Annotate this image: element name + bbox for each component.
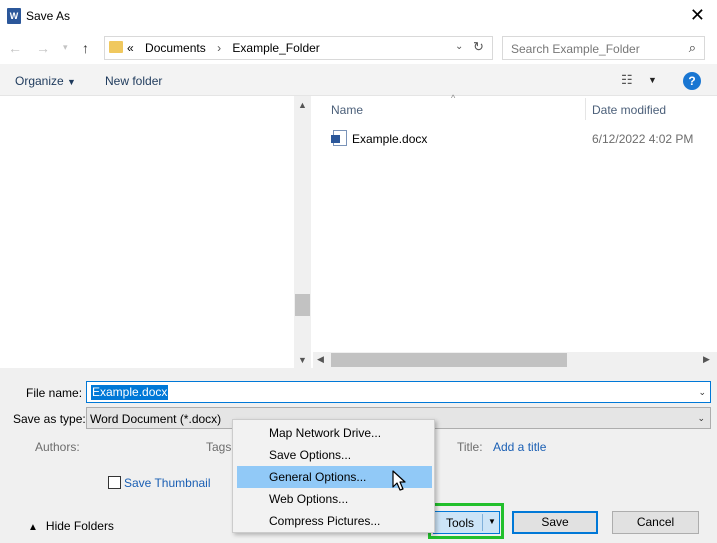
navigation-pane[interactable]: [0, 96, 294, 368]
organize-label: Organize: [15, 74, 64, 88]
column-divider[interactable]: [585, 98, 586, 120]
close-icon[interactable]: ✕: [690, 5, 705, 25]
breadcrumb-documents[interactable]: Documents: [145, 41, 206, 55]
file-name-dropdown-chevron-icon[interactable]: ⌄: [698, 387, 706, 398]
save-as-type-chevron-icon[interactable]: ⌄: [697, 413, 705, 424]
chevron-up-icon: ▲: [28, 522, 38, 533]
save-thumbnail-checkbox[interactable]: [108, 476, 121, 489]
view-dropdown-chevron-icon[interactable]: ▼: [648, 75, 657, 85]
hide-folders-label: Hide Folders: [45, 519, 114, 533]
file-name-field[interactable]: Example.docx ⌄: [86, 381, 711, 403]
file-list[interactable]: ^ Name Date modified Example.docx 6/12/2…: [313, 93, 717, 349]
save-button[interactable]: Save: [512, 511, 598, 534]
cancel-button[interactable]: Cancel: [612, 511, 699, 534]
tools-button[interactable]: Tools ▼: [433, 511, 500, 534]
file-list-horizontal-scrollbar[interactable]: ◀ ▶: [313, 352, 717, 368]
mouse-pointer-icon: [392, 470, 406, 491]
search-input[interactable]: Search Example_Folder ⌕: [502, 36, 705, 60]
hide-folders-button[interactable]: ▲ Hide Folders: [28, 519, 114, 533]
save-as-type-value: Word Document (*.docx): [90, 412, 222, 426]
scrollbar-thumb[interactable]: [295, 294, 310, 316]
word-icon: W: [7, 8, 21, 24]
scrollbar-thumb[interactable]: [331, 353, 567, 367]
folder-icon: [109, 41, 123, 53]
sort-ascending-icon: ^: [451, 93, 456, 103]
tools-dropdown-icon[interactable]: ▼: [488, 517, 496, 526]
menu-item-save-options[interactable]: Save Options...: [237, 444, 432, 466]
menu-item-compress-pictures[interactable]: Compress Pictures...: [237, 510, 432, 532]
organize-button[interactable]: Organize ▼: [15, 74, 76, 88]
file-date-modified: 6/12/2022 4:02 PM: [592, 132, 694, 146]
breadcrumb-example-folder[interactable]: Example_Folder: [232, 41, 319, 55]
scroll-left-arrow-icon[interactable]: ◀: [317, 354, 324, 365]
add-title-link[interactable]: Add a title: [493, 440, 546, 454]
column-header-date-modified[interactable]: Date modified: [592, 103, 666, 117]
refresh-icon[interactable]: ↻: [473, 39, 484, 55]
word-document-icon: [331, 130, 347, 146]
forward-arrow-icon[interactable]: →: [36, 40, 50, 56]
view-options-icon[interactable]: ☷: [621, 72, 633, 88]
address-bar[interactable]: « Documents › Example_Folder ⌄ ↻: [104, 36, 493, 60]
recent-locations-chevron-icon[interactable]: ▾: [63, 42, 68, 53]
up-arrow-icon[interactable]: ↑: [82, 40, 89, 56]
save-as-type-label: Save as type:: [13, 412, 86, 426]
scroll-right-arrow-icon[interactable]: ▶: [703, 354, 710, 365]
authors-label: Authors:: [35, 440, 80, 454]
title-label: Title:: [457, 440, 483, 454]
breadcrumb-overflow[interactable]: «: [127, 41, 134, 55]
save-thumbnail-label[interactable]: Save Thumbnail: [124, 476, 211, 490]
navigation-pane-scrollbar[interactable]: ▲ ▼: [294, 96, 311, 368]
file-row[interactable]: Example.docx 6/12/2022 4:02 PM: [313, 128, 717, 150]
file-name: Example.docx: [352, 132, 428, 146]
window-title: Save As: [26, 9, 71, 23]
column-header-name[interactable]: Name: [331, 103, 363, 117]
tools-label: Tools: [446, 516, 475, 530]
chevron-down-icon: ▼: [67, 77, 76, 87]
command-toolbar: Organize ▼ New folder ☷ ▼: [0, 64, 717, 96]
tags-label: Tags:: [206, 440, 235, 454]
file-name-value[interactable]: Example.docx: [91, 385, 169, 400]
search-placeholder: Search Example_Folder: [511, 42, 640, 56]
breadcrumb-separator[interactable]: ›: [217, 41, 221, 55]
scroll-up-arrow-icon[interactable]: ▲: [298, 100, 307, 110]
help-icon[interactable]: ?: [683, 72, 701, 90]
breadcrumb: « Documents › Example_Folder: [127, 41, 328, 55]
address-dropdown-chevron-icon[interactable]: ⌄: [455, 41, 463, 52]
menu-item-map-network-drive[interactable]: Map Network Drive...: [237, 422, 432, 444]
back-arrow-icon[interactable]: ←: [8, 40, 22, 56]
title-bar: W Save As ✕: [0, 0, 717, 32]
scroll-down-arrow-icon[interactable]: ▼: [298, 355, 307, 365]
file-name-label: File name:: [26, 386, 83, 400]
search-icon[interactable]: ⌕: [689, 40, 696, 56]
tools-split-divider: [482, 514, 483, 531]
new-folder-button[interactable]: New folder: [105, 74, 162, 88]
